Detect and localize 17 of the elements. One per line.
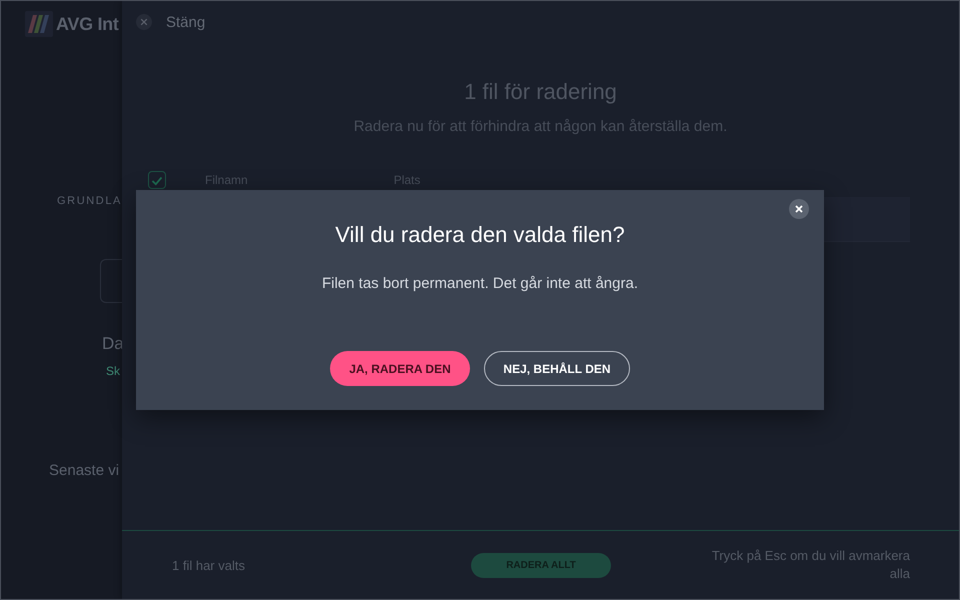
- selection-count: 1 fil har valts: [172, 558, 245, 572]
- app-logo-text: AVG Int: [56, 14, 119, 34]
- hint-text: Tryck på Esc om du vill avmarkera alla: [710, 547, 910, 583]
- section-label: GRUNDLA: [57, 194, 122, 208]
- close-button[interactable]: [789, 199, 809, 219]
- cancel-button[interactable]: NEJ, BEHÅLL DEN: [484, 351, 630, 386]
- recent-label: Senaste vi: [49, 462, 120, 480]
- close-icon: [789, 199, 809, 219]
- select-all-checkbox[interactable]: [148, 171, 166, 189]
- check-icon: [151, 174, 163, 186]
- link-text[interactable]: Sk: [106, 364, 120, 378]
- dialog-title: Vill du radera den valda filen?: [335, 221, 625, 249]
- dialog-message: Filen tas bort permanent. Det går inte att ångra.: [322, 274, 638, 294]
- close-icon: [136, 14, 152, 30]
- logo-icon: [25, 11, 53, 37]
- close-button[interactable]: Stäng: [136, 14, 206, 30]
- confirm-button[interactable]: JA, RADERA DEN: [330, 351, 470, 386]
